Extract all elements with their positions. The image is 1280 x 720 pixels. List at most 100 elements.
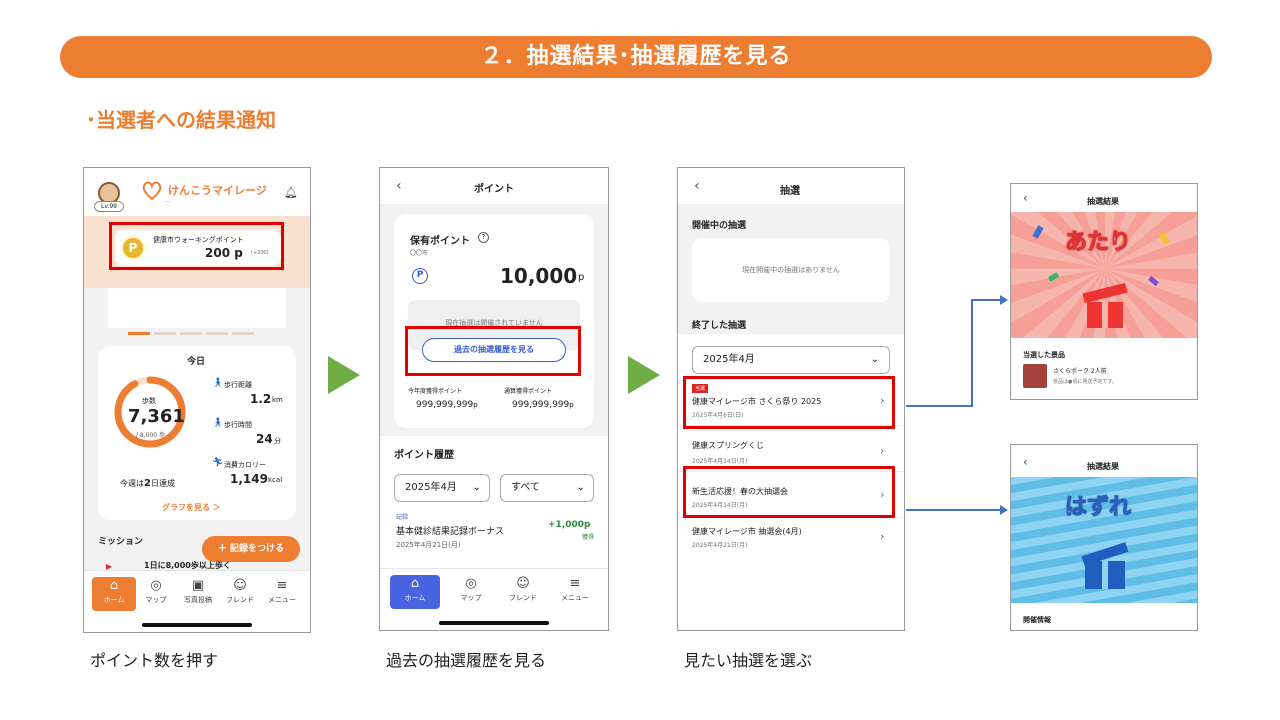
distance-value: 1.2: [250, 392, 272, 406]
friends-icon: ☺: [516, 576, 530, 591]
help-icon[interactable]: ?: [478, 232, 489, 243]
nav-menu-label: メニュー: [561, 594, 589, 602]
win-banner-text: あたり: [1064, 230, 1132, 256]
distance-label: 歩行距離: [224, 381, 252, 389]
bell-icon[interactable]: 🔔︎: [284, 186, 298, 199]
walktime-unit: 分: [274, 437, 281, 445]
heart-logo-icon: [140, 178, 164, 202]
year-points-number: 999,999,999: [416, 400, 474, 410]
back-chevron-icon[interactable]: ‹: [1023, 455, 1028, 469]
run-icon: 🏃︎: [212, 458, 224, 468]
caption-step2: 過去の抽選履歴を見る: [386, 651, 547, 670]
year-points-label: 今年度獲得ポイント: [408, 388, 463, 395]
total-points-unit: p: [569, 401, 574, 409]
app-name: けんこうマイレージ: [168, 184, 267, 197]
points-history-title: ポイント履歴: [394, 450, 454, 461]
lottery-item-date: 2025年4月14日(月): [692, 458, 748, 465]
lottery-item-date: 2025年4月21日(月): [692, 542, 748, 549]
filter-select[interactable]: すべて ⌄: [500, 474, 594, 502]
confetti-icon: [1047, 272, 1060, 282]
result-title: 抽選結果: [1087, 197, 1119, 206]
chevron-down-icon: ⌄: [472, 482, 481, 493]
connector-arrows: [906, 295, 1008, 515]
back-chevron-icon[interactable]: ‹: [1023, 191, 1028, 205]
calorie-unit: kcal: [268, 476, 283, 484]
history-points-number: +1,000: [548, 520, 585, 530]
total-points-label: 通算獲得ポイント: [504, 388, 553, 395]
map-pin-icon: ◎: [465, 576, 477, 591]
confetti-icon: [1148, 275, 1159, 287]
open-lottery-label: 開催中の抽選: [692, 221, 747, 231]
screen-title: 抽選: [780, 186, 800, 197]
week-achievement: 今週は2日達成: [120, 478, 175, 489]
filter-select-value: すべて: [511, 482, 540, 493]
chevron-right-icon: ›: [880, 444, 885, 457]
nav-menu[interactable]: ≡ メニュー: [260, 577, 304, 611]
nav-home[interactable]: ⌂ ホーム: [390, 575, 440, 609]
nav-friend-label: フレンド: [509, 594, 537, 602]
total-points-value: 999,999,999p: [512, 400, 574, 410]
month-select[interactable]: 2025年4月 ⌄: [692, 346, 890, 374]
walktime-value: 24: [256, 432, 273, 446]
carousel-dots: [128, 332, 268, 335]
map-pin-icon: ◎: [150, 578, 162, 593]
menu-icon: ≡: [569, 576, 581, 591]
nav-map[interactable]: ◎ マップ: [134, 577, 178, 611]
year-points-value: 999,999,999p: [416, 400, 478, 410]
year-points-unit: p: [473, 401, 478, 409]
points-total: 10,000: [500, 264, 578, 288]
nav-photo[interactable]: ▣ 写真投稿: [176, 577, 220, 611]
graph-link[interactable]: グラフを見る ＞: [162, 502, 221, 513]
nav-photo-label: 写真投稿: [184, 596, 212, 604]
back-chevron-icon[interactable]: ‹: [396, 178, 402, 194]
banner-slot: [108, 288, 286, 328]
total-points-number: 999,999,999: [512, 400, 570, 410]
history-item-status: 獲得: [582, 534, 595, 541]
nav-friend[interactable]: ☺ フレンド: [218, 577, 262, 611]
prize-note: 景品は●頃に発送予定です。: [1053, 379, 1117, 385]
holding-card: 保有ポイント ? 〇〇市 P 10,000 p 現在抽選は開催されていません 過…: [394, 214, 594, 428]
nav-home[interactable]: ⌂ ホーム: [92, 577, 136, 611]
lottery-item-title: 健康スプリングくじ: [692, 441, 764, 450]
week-days: 2: [144, 478, 151, 489]
history-item-date: 2025年4月21日(月): [396, 541, 461, 549]
menu-icon: ≡: [276, 578, 288, 593]
lottery-item-title: 健康マイレージ市 抽選会(4月): [692, 527, 802, 536]
record-button[interactable]: ＋ 記録をつける: [202, 536, 300, 562]
nav-menu[interactable]: ≡ メニュー: [550, 575, 600, 609]
event-info-label: 開催情報: [1023, 616, 1051, 624]
win-banner: あたり: [1011, 212, 1197, 338]
nav-map-label: マップ: [460, 594, 482, 602]
home-icon: ⌂: [410, 576, 420, 591]
chevron-down-icon: ⌄: [870, 354, 879, 365]
today-card: 今日 歩数 7,361 / 8,000 歩 🚶︎ 歩行距離 1.2 km 🚶︎ …: [98, 346, 296, 520]
highlight-lost-lottery: [683, 466, 895, 518]
point-p-icon: P: [412, 268, 428, 284]
caption-step3: 見たい抽選を選ぶ: [684, 651, 813, 670]
mission-label: ミッション: [98, 537, 144, 547]
home-indicator: [439, 621, 549, 625]
bottom-nav: ⌂ ホーム ◎ マップ ▣ 写真投稿 ☺ フレンド ≡ メニュー: [84, 570, 310, 632]
month-select[interactable]: 2025年4月 ⌄: [394, 474, 490, 502]
record-tag: 記録: [396, 514, 409, 521]
home-icon: ⌂: [109, 578, 119, 593]
steps-label: 歩数: [142, 397, 156, 405]
back-chevron-icon[interactable]: ‹: [694, 178, 700, 194]
distance-unit: km: [272, 396, 283, 404]
nav-map[interactable]: ◎ マップ: [446, 575, 496, 609]
nav-map-label: マップ: [145, 596, 167, 604]
lottery-item[interactable]: 健康マイレージ市 抽選会(4月) 2025年4月21日(月) ›: [678, 518, 904, 564]
prize-image: [1023, 364, 1047, 388]
result-title: 抽選結果: [1087, 462, 1119, 471]
week-text-post: 日達成: [150, 479, 175, 488]
holding-label: 保有ポイント: [410, 236, 470, 247]
gift-box-open-icon: [1082, 282, 1128, 328]
calorie-value: 1,149: [230, 472, 268, 486]
section-banner: ２．抽選結果･抽選履歴を見る: [60, 36, 1212, 78]
month-select-value: 2025年4月: [703, 354, 755, 365]
nav-friend[interactable]: ☺ フレンド: [498, 575, 548, 609]
ended-lottery-label: 終了した抽選: [692, 321, 747, 331]
history-item-points: +1,000p: [548, 520, 590, 530]
history-item-title: 基本健診結果記録ボーナス: [396, 527, 505, 537]
city-name: 〇〇市: [410, 250, 429, 257]
